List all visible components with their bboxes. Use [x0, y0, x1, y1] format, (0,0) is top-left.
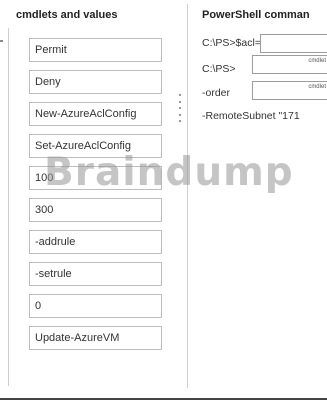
cmdlet-option-set-azureaclconfig[interactable]: Set-AzureAclConfig	[29, 134, 162, 158]
cmdlet-option-setrule[interactable]: -setrule	[29, 262, 162, 286]
answer-slot-3[interactable]: cmdlet or	[252, 81, 327, 100]
cmdlet-option-update-azurevm[interactable]: Update-AzureVM	[29, 326, 162, 350]
ps-line-1-prefix: C:\PS>$acl=	[202, 37, 261, 49]
left-panel-divider	[8, 28, 9, 386]
panel-divider	[187, 4, 188, 388]
cmdlet-option-new-azureaclconfig[interactable]: New-AzureAclConfig	[29, 102, 162, 126]
cmdlet-option-100[interactable]: 100	[29, 166, 162, 190]
ps-line-4: -RemoteSubnet "171	[202, 110, 300, 122]
powershell-command-heading: PowerShell comman	[202, 9, 310, 21]
ps-line-2-prefix: C:\PS>	[202, 63, 236, 75]
cmdlet-option-deny[interactable]: Deny	[29, 70, 162, 94]
edge-tick	[0, 40, 3, 42]
ps-line-3-prefix: -order	[202, 87, 231, 99]
bottom-rule	[0, 398, 327, 400]
cmdlets-values-heading: cmdlets and values	[16, 9, 118, 21]
answer-slot-2[interactable]: cmdlet or	[252, 55, 327, 74]
answer-slot-1[interactable]	[260, 34, 327, 53]
cmdlet-value-list: Permit Deny New-AzureAclConfig Set-Azure…	[29, 38, 162, 358]
cmdlet-option-addrule[interactable]: -addrule	[29, 230, 162, 254]
cmdlet-option-permit[interactable]: Permit	[29, 38, 162, 62]
drag-handle-icon[interactable]	[178, 94, 181, 122]
cmdlet-option-0[interactable]: 0	[29, 294, 162, 318]
cmdlet-option-300[interactable]: 300	[29, 198, 162, 222]
